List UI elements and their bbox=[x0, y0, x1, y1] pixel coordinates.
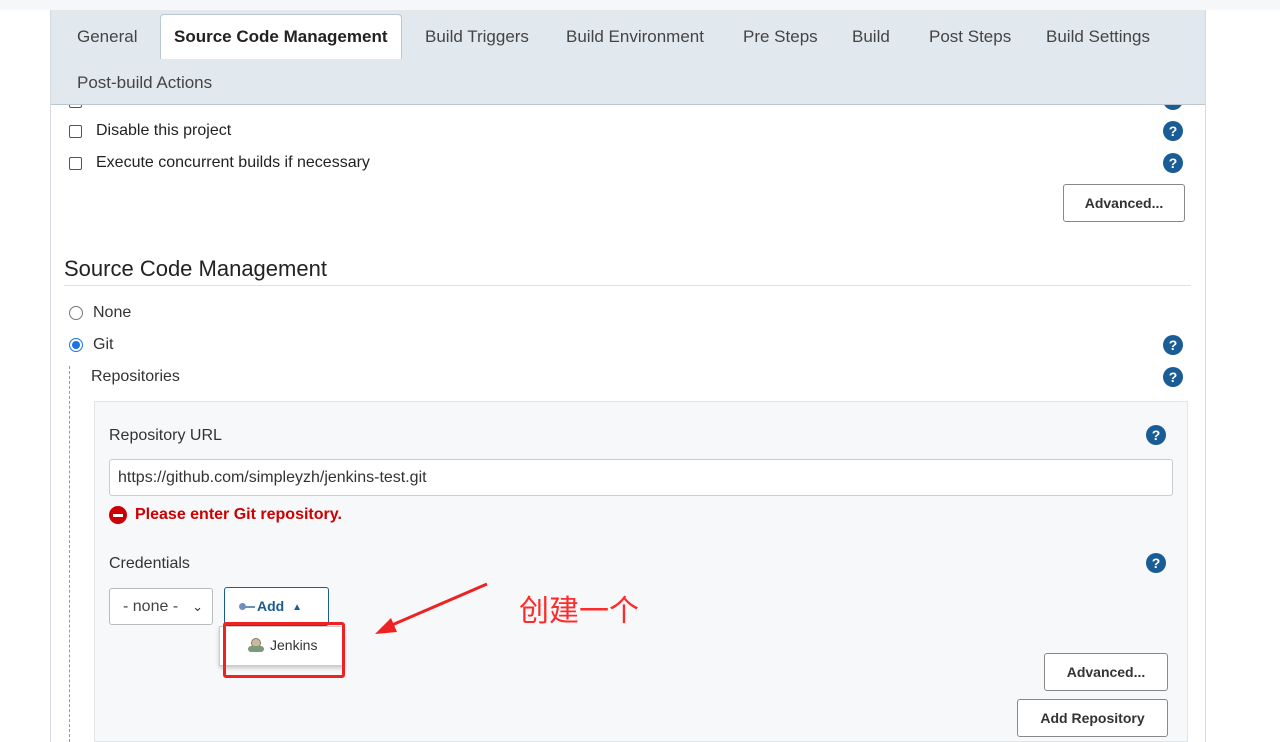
repository-url-label: Repository URL bbox=[109, 427, 222, 444]
repository-url-input[interactable]: https://github.com/simpleyzh/jenkins-tes… bbox=[109, 459, 1173, 496]
concurrent-builds-label: Execute concurrent builds if necessary bbox=[96, 154, 370, 171]
error-message: Please enter Git repository. bbox=[135, 506, 342, 523]
add-credentials-dropdown: Jenkins bbox=[219, 626, 344, 666]
repository-url-error: Please enter Git repository. bbox=[109, 506, 342, 524]
disable-project-row: Disable this project bbox=[69, 122, 231, 140]
repository-panel bbox=[94, 401, 1188, 742]
repositories-label: Repositories bbox=[91, 368, 180, 385]
credentials-select[interactable]: - none - ⌄ bbox=[109, 588, 213, 625]
section-tabbar: General Source Code Management Build Tri… bbox=[51, 10, 1205, 105]
tab-build-triggers[interactable]: Build Triggers bbox=[425, 27, 529, 47]
error-icon bbox=[109, 506, 127, 524]
credentials-selected-value: - none - bbox=[123, 598, 179, 615]
help-icon[interactable]: ? bbox=[1146, 553, 1166, 573]
caret-up-icon: ▲ bbox=[292, 602, 303, 613]
tab-build-settings[interactable]: Build Settings bbox=[1046, 27, 1150, 47]
dropdown-item-jenkins[interactable]: Jenkins bbox=[248, 637, 317, 653]
radio-icon[interactable] bbox=[69, 338, 83, 352]
tab-post-build-actions[interactable]: Post-build Actions bbox=[77, 73, 212, 93]
tab-source-code-management[interactable]: Source Code Management bbox=[160, 14, 402, 59]
add-repository-button[interactable]: Add Repository bbox=[1017, 699, 1168, 737]
tab-general[interactable]: General bbox=[77, 27, 137, 47]
dropdown-item-label: Jenkins bbox=[270, 637, 318, 653]
section-title: Source Code Management bbox=[64, 256, 327, 281]
top-strip bbox=[0, 0, 1280, 10]
credentials-label: Credentials bbox=[109, 555, 190, 572]
scm-option-none[interactable]: None bbox=[69, 304, 131, 322]
repository-advanced-button[interactable]: Advanced... bbox=[1044, 653, 1168, 691]
scm-option-git-label: Git bbox=[93, 336, 114, 353]
help-icon[interactable]: ? bbox=[1146, 425, 1166, 445]
disable-project-label: Disable this project bbox=[96, 122, 232, 139]
key-icon bbox=[239, 603, 255, 610]
add-button-label: Add bbox=[257, 598, 285, 614]
disable-project-checkbox[interactable] bbox=[69, 124, 82, 138]
tab-pre-steps[interactable]: Pre Steps bbox=[743, 27, 818, 47]
config-page: General Source Code Management Build Tri… bbox=[50, 10, 1206, 742]
radio-icon[interactable] bbox=[69, 306, 83, 320]
scm-option-git[interactable]: Git bbox=[69, 336, 113, 354]
scm-option-none-label: None bbox=[93, 304, 132, 321]
concurrent-builds-checkbox[interactable] bbox=[69, 156, 82, 170]
chevron-down-icon: ⌄ bbox=[192, 599, 203, 614]
annotation-text: 创建一个 bbox=[519, 594, 639, 629]
help-icon[interactable]: ? bbox=[1163, 121, 1183, 141]
tab-build[interactable]: Build bbox=[852, 27, 890, 47]
jenkins-icon bbox=[248, 638, 264, 652]
section-divider bbox=[64, 285, 1191, 286]
add-credentials-button[interactable]: Add ▲ bbox=[224, 587, 329, 626]
help-icon[interactable]: ? bbox=[1163, 367, 1183, 387]
help-icon[interactable]: ? bbox=[1163, 153, 1183, 173]
tab-post-steps[interactable]: Post Steps bbox=[929, 27, 1011, 47]
git-section-guide bbox=[69, 366, 70, 742]
help-icon[interactable]: ? bbox=[1163, 335, 1183, 355]
general-advanced-button[interactable]: Advanced... bbox=[1063, 184, 1185, 222]
tab-build-environment[interactable]: Build Environment bbox=[566, 27, 704, 47]
concurrent-builds-row: Execute concurrent builds if necessary bbox=[69, 154, 370, 172]
